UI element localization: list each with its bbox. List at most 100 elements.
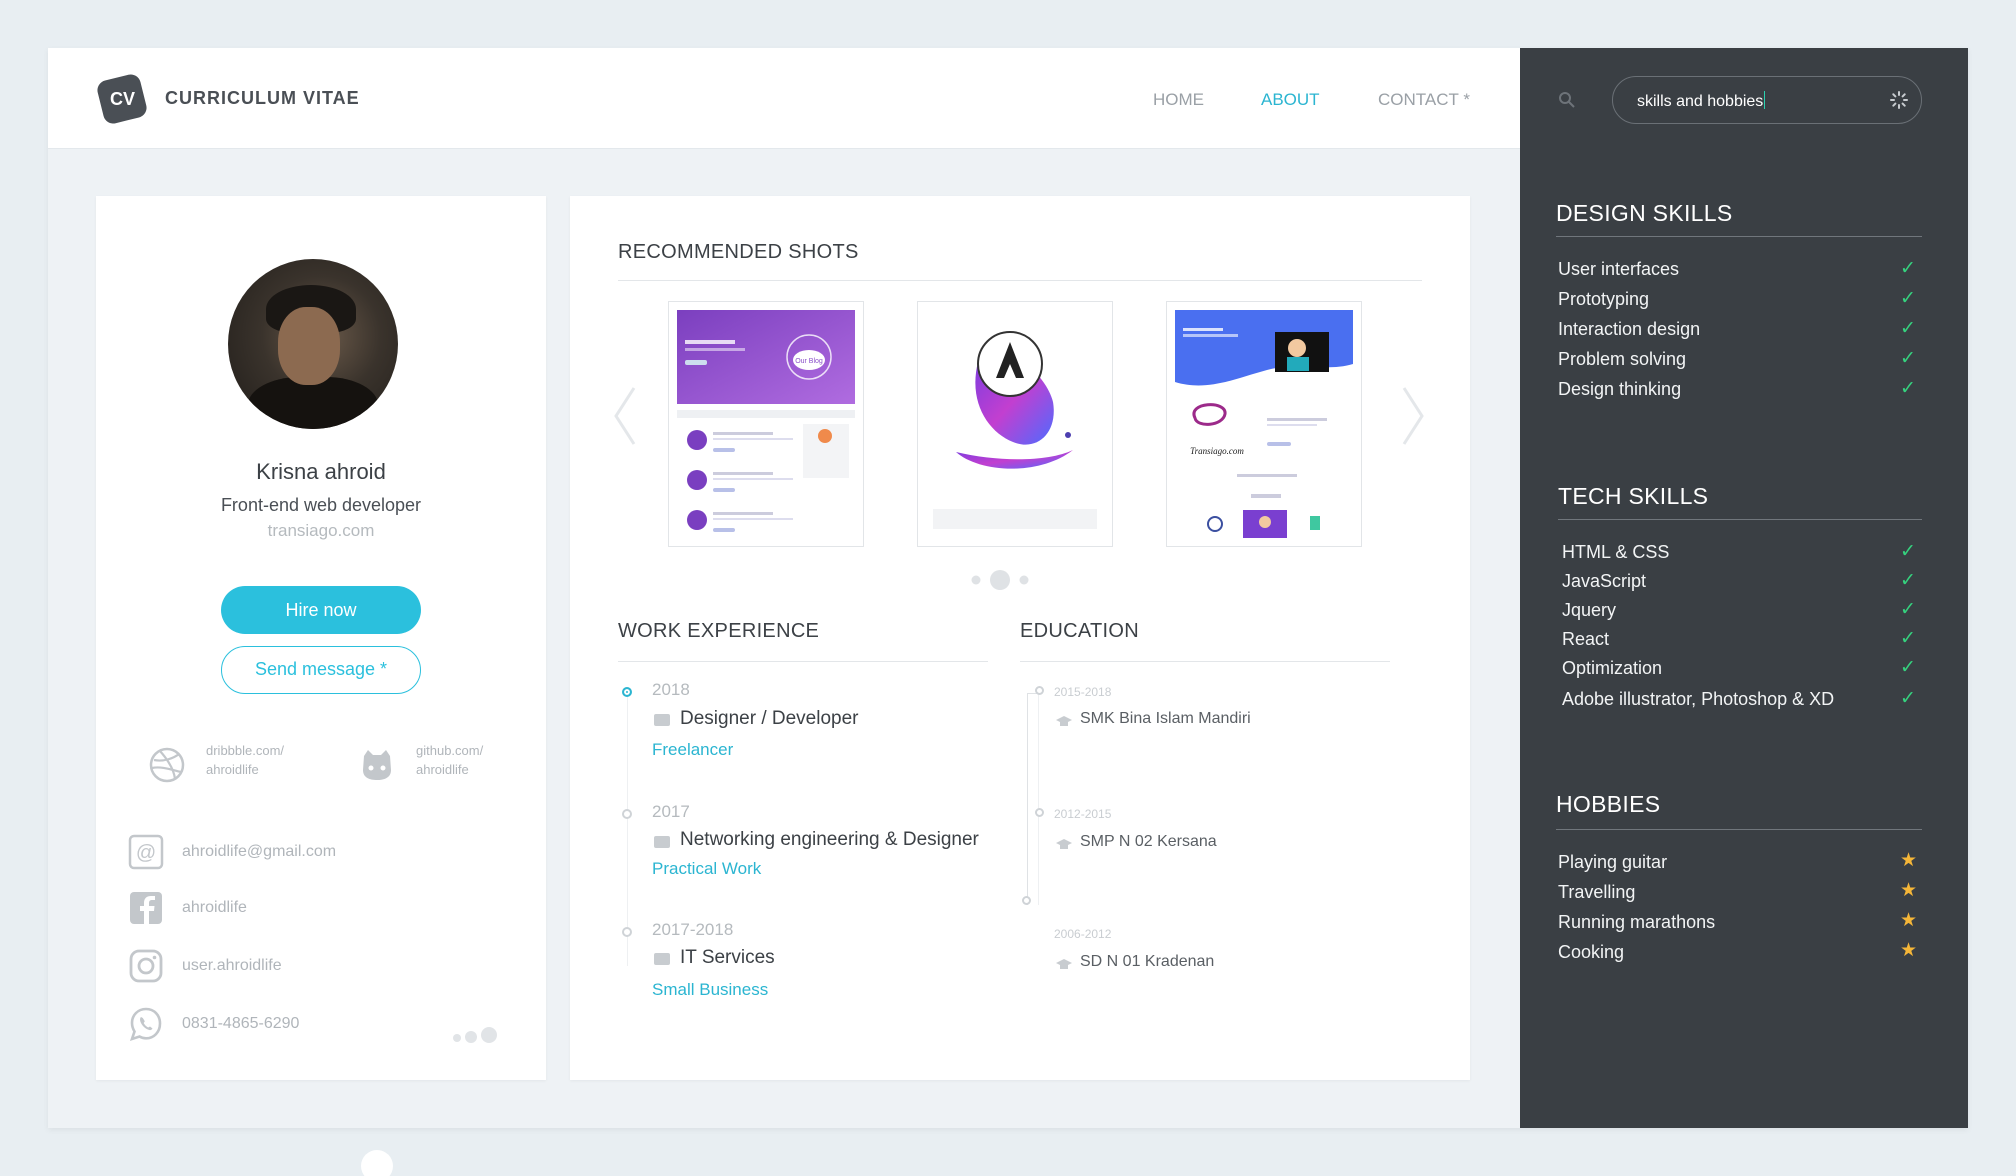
app-frame: CV CURRICULUM VITAE HOME ABOUT CONTACT *… [48, 48, 1968, 1128]
hobbies-title: HOBBIES [1556, 791, 1661, 817]
content-card: RECOMMENDED SHOTS Our Blog Transiago.com… [570, 196, 1470, 1080]
check-icon: ✓ [1900, 628, 1916, 649]
timeline-dot [1022, 896, 1031, 905]
dribbble-icon[interactable] [148, 746, 186, 784]
nav-about[interactable]: ABOUT [1261, 90, 1320, 110]
work-company[interactable]: Freelancer [652, 740, 733, 760]
shot-website-label: Transiago.com [1190, 446, 1244, 456]
design-skills-title: DESIGN SKILLS [1556, 200, 1733, 226]
profile-name: Krisna ahroid [256, 459, 386, 484]
instagram-icon [129, 949, 163, 983]
check-icon: ✓ [1900, 318, 1916, 339]
send-message-button[interactable]: Send message * [221, 646, 421, 694]
hobby-item: Cooking [1558, 942, 1625, 962]
check-icon: ✓ [1900, 570, 1916, 591]
timeline-line [1038, 693, 1039, 905]
github-link[interactable]: github.com/ ahroidlife [416, 741, 483, 779]
divider [1020, 661, 1390, 662]
graduation-cap-icon [1056, 959, 1072, 969]
hobby-item: Running marathons [1558, 912, 1716, 932]
at-icon: @ [128, 834, 164, 870]
shot-thumbnail[interactable]: Our Blog [668, 301, 864, 547]
whatsapp-icon [129, 1007, 162, 1042]
github-icon[interactable] [358, 746, 396, 784]
search-value: skills and hobbies [1637, 91, 1766, 110]
skill-item: Problem solving [1558, 349, 1687, 369]
nav-home[interactable]: HOME [1153, 90, 1204, 110]
divider [618, 661, 988, 662]
tech-skills-title: TECH SKILLS [1558, 483, 1709, 509]
search-input[interactable]: skills and hobbies [1612, 76, 1922, 124]
skill-item: JavaScript [1562, 571, 1647, 591]
check-icon: ✓ [1900, 541, 1916, 562]
timeline-line [627, 696, 628, 966]
pager-dots[interactable] [451, 1026, 511, 1046]
hobby-item: Travelling [1558, 882, 1636, 902]
profile-site[interactable]: transiago.com [96, 521, 546, 541]
skill-item: Optimization [1562, 658, 1663, 678]
check-icon: ✓ [1900, 348, 1916, 369]
education-school: SD N 01 Kradenan [1080, 953, 1215, 970]
work-company[interactable]: Small Business [652, 980, 768, 1000]
carousel-dots[interactable] [962, 568, 1042, 592]
check-icon: ✓ [1900, 599, 1916, 620]
shot-thumbnail[interactable] [917, 301, 1113, 547]
skill-item: Jquery [1562, 600, 1617, 620]
skill-item: Adobe illustrator, Photoshop & XD [1562, 689, 1835, 709]
divider [618, 280, 1422, 281]
floating-dot [361, 1150, 393, 1176]
shot-website-preview: Transiago.com [1175, 310, 1353, 538]
skill-item: User interfaces [1558, 259, 1680, 279]
logo[interactable]: CV [95, 72, 149, 126]
check-icon: ✓ [1900, 258, 1916, 279]
graduation-cap-icon [1056, 716, 1072, 726]
hobby-item: Playing guitar [1558, 852, 1668, 872]
profile-role: Front-end web developer [220, 495, 422, 515]
divider [1558, 519, 1922, 520]
star-icon: ★ [1900, 940, 1918, 961]
skill-item: Prototyping [1558, 289, 1650, 309]
work-title: WORK EXPERIENCE [618, 620, 820, 642]
chevron-left-icon[interactable] [612, 386, 638, 446]
work-title-item: IT Services [680, 947, 775, 968]
svg-text:@: @ [136, 842, 156, 864]
work-year: 2018 [652, 680, 690, 699]
briefcase-icon [654, 953, 670, 965]
graduation-cap-icon [1056, 839, 1072, 849]
timeline-line [1027, 693, 1028, 905]
check-icon: ✓ [1900, 378, 1916, 399]
nav-contact[interactable]: CONTACT * [1378, 90, 1470, 110]
education-year: 2012-2015 [1054, 807, 1112, 821]
search-icon[interactable] [1558, 91, 1576, 109]
facebook-icon [130, 892, 162, 924]
shot-thumbnail[interactable]: Transiago.com [1166, 301, 1362, 547]
shots-title: RECOMMENDED SHOTS [618, 241, 859, 263]
education-year: 2015-2018 [1054, 685, 1112, 699]
timeline-dot [1035, 686, 1044, 695]
hire-now-button[interactable]: Hire now [221, 586, 421, 634]
chevron-right-icon[interactable] [1400, 386, 1426, 446]
work-company[interactable]: Practical Work [652, 859, 761, 879]
check-icon: ✓ [1900, 688, 1916, 709]
work-title-item: Designer / Developer [680, 708, 859, 729]
shot-blog-preview: Our Blog [677, 310, 855, 532]
skill-item: React [1562, 629, 1610, 649]
loading-spinner-icon [1890, 91, 1908, 109]
main-area: CV CURRICULUM VITAE HOME ABOUT CONTACT *… [48, 48, 1520, 1128]
work-year: 2017-2018 [652, 920, 734, 939]
work-title-item: Networking engineering & Designer [680, 829, 979, 850]
skill-item: Design thinking [1558, 379, 1682, 399]
brand-title: CURRICULUM VITAE [165, 88, 360, 108]
avatar [228, 259, 398, 429]
shot-logo-preview [933, 331, 1097, 529]
text-caret [1764, 91, 1766, 109]
star-icon: ★ [1900, 910, 1918, 931]
timeline-dot [1035, 808, 1044, 817]
briefcase-icon [654, 836, 670, 848]
skill-item: HTML & CSS [1562, 542, 1670, 562]
profile-card: Krisna ahroid Front-end web developer tr… [96, 196, 546, 1080]
divider [1556, 236, 1922, 237]
dribbble-link[interactable]: dribbble.com/ ahroidlife [206, 741, 284, 779]
check-icon: ✓ [1900, 657, 1916, 678]
star-icon: ★ [1900, 880, 1918, 901]
